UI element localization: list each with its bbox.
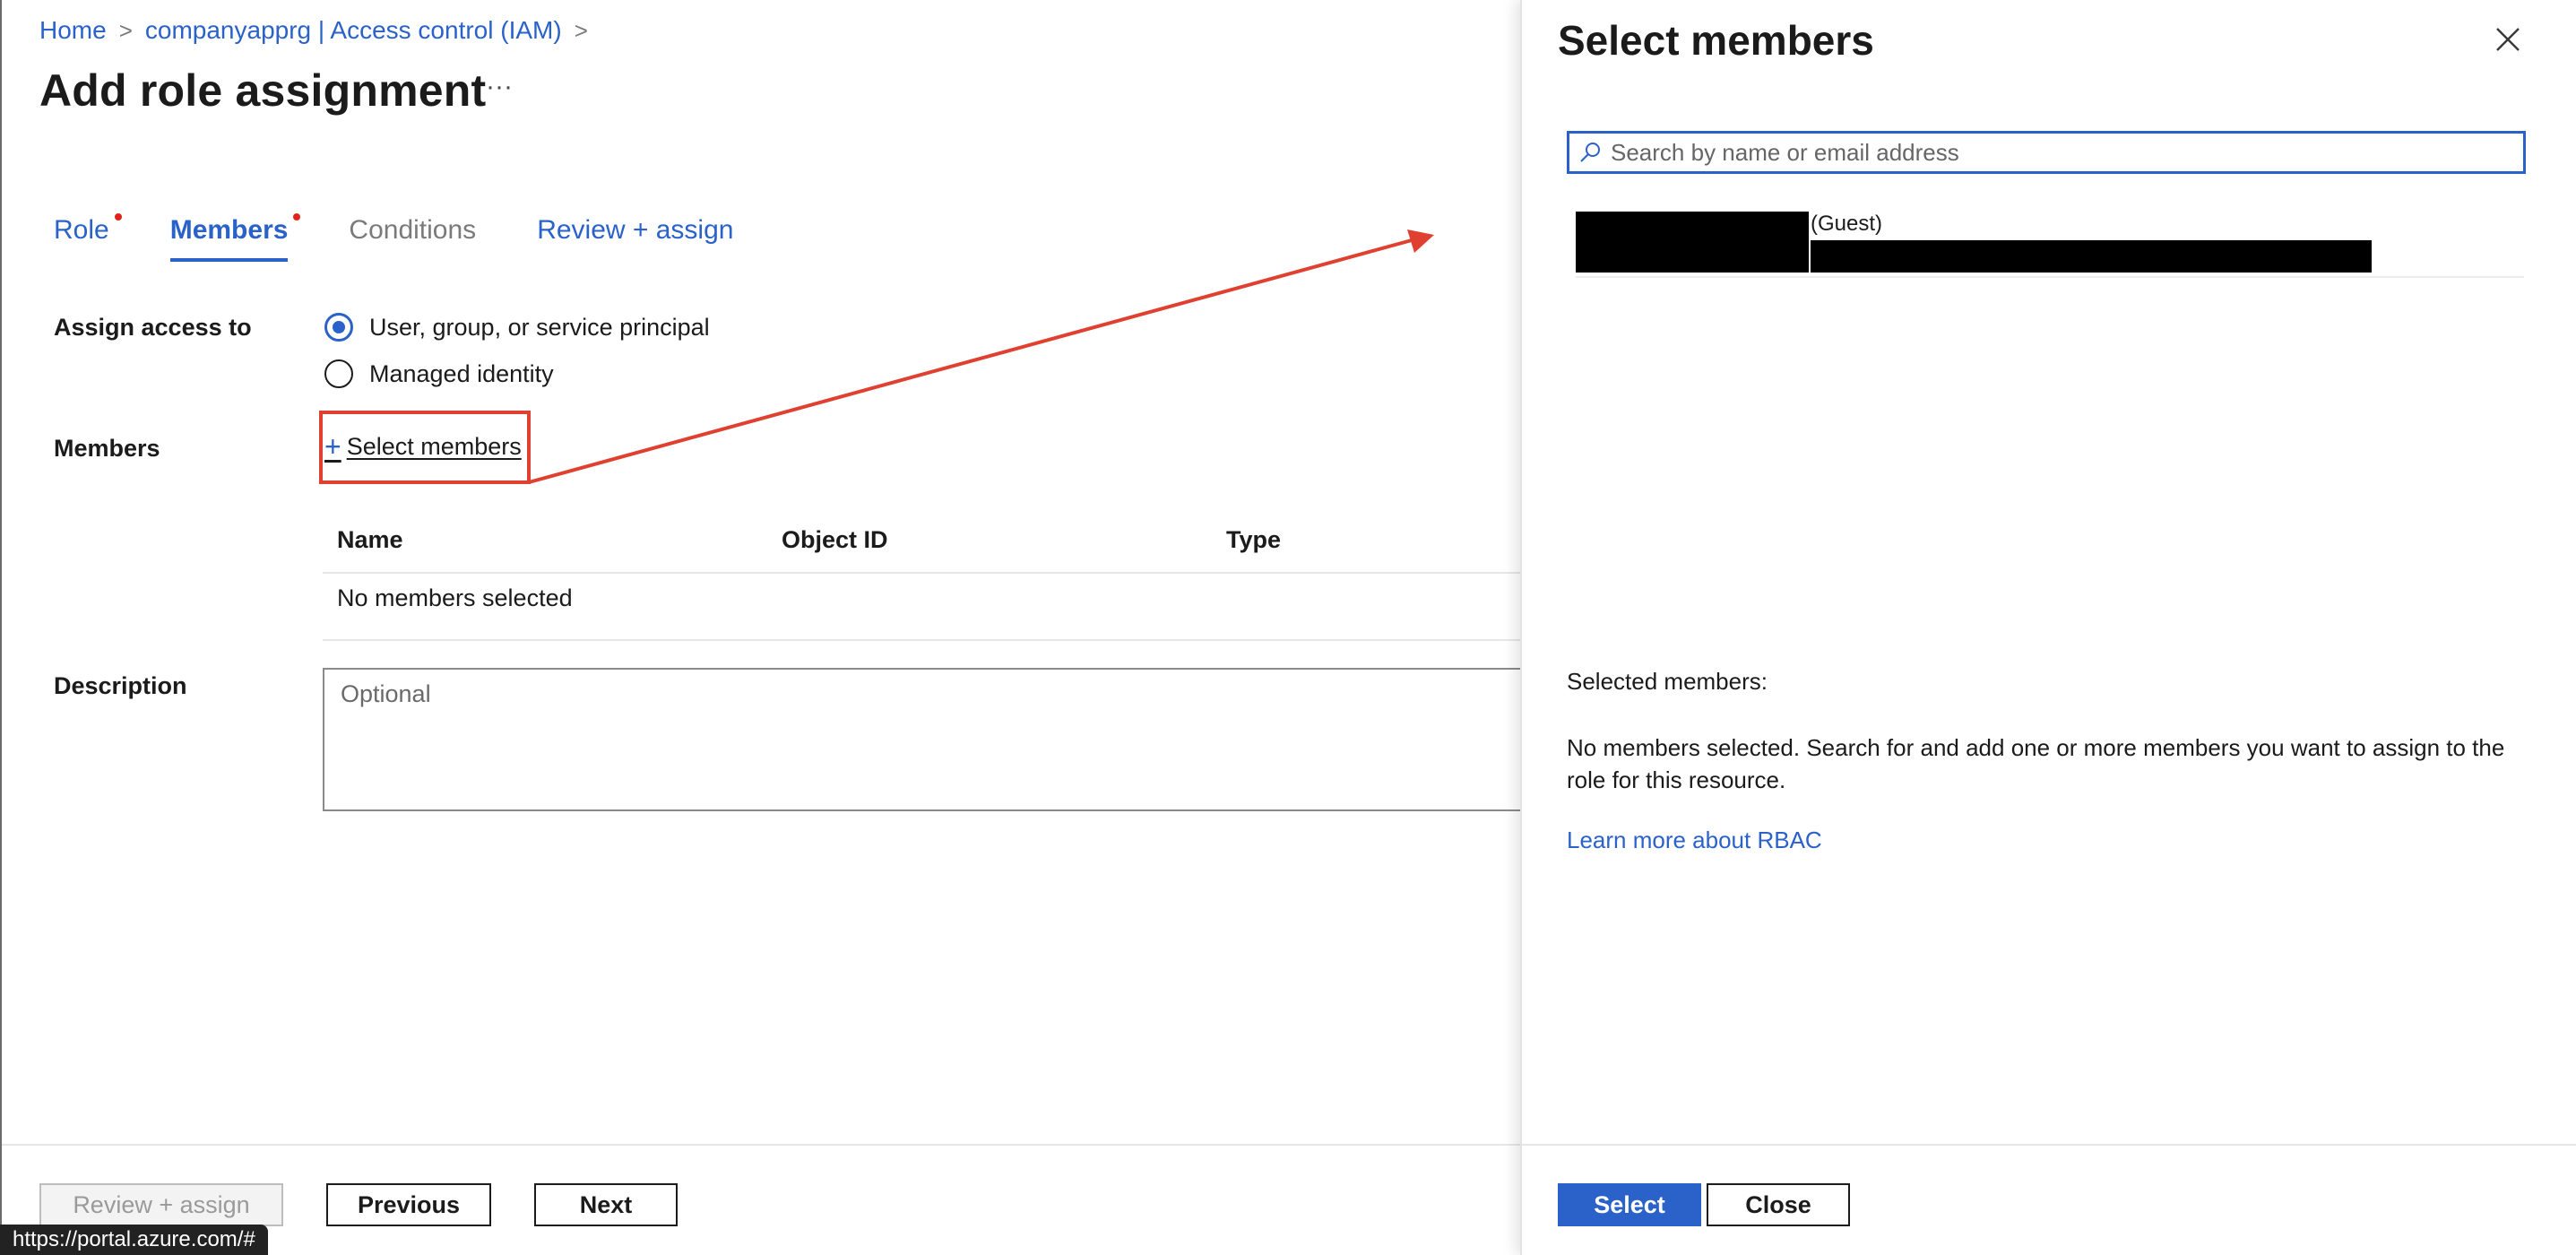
plus-icon: + (324, 430, 341, 463)
search-input[interactable] (1609, 137, 2509, 168)
tab-members-label: Members (169, 215, 289, 245)
redacted-avatar-name (1576, 212, 1809, 273)
select-members-label: Select members (346, 433, 522, 460)
tab-conditions-label: Conditions (349, 215, 477, 245)
column-header-object-id: Object ID (782, 526, 888, 553)
table-divider (323, 572, 1522, 574)
search-box[interactable] (1567, 131, 2526, 174)
tab-review-assign-label: Review + assign (537, 215, 734, 245)
empty-selection-message: No members selected. Search for and add … (1567, 734, 2505, 793)
main-blade: Home > companyapprg | Access control (IA… (0, 0, 1542, 1255)
panel-title: Select members (1558, 17, 1874, 64)
chevron-right-icon: > (574, 16, 588, 44)
tab-conditions[interactable]: Conditions (349, 215, 476, 262)
close-icon[interactable] (2490, 22, 2526, 57)
required-dot-icon (293, 213, 301, 221)
page-title: Add role assignment (39, 65, 487, 116)
radio-user-group-sp[interactable]: User, group, or service principal (324, 313, 710, 342)
more-options-icon[interactable]: ··· (486, 72, 513, 102)
description-placeholder: Optional (341, 680, 431, 707)
chevron-right-icon: > (118, 16, 133, 44)
close-button[interactable]: Close (1707, 1183, 1850, 1226)
next-button[interactable]: Next (534, 1183, 678, 1226)
tab-bar: Role Members Conditions Review + assign (54, 213, 794, 262)
tab-review-assign[interactable]: Review + assign (537, 215, 733, 262)
search-icon (1580, 143, 1600, 162)
radio-label: User, group, or service principal (369, 313, 710, 341)
radio-managed-identity[interactable]: Managed identity (324, 359, 554, 388)
review-assign-button[interactable]: Review + assign (39, 1183, 283, 1226)
learn-more-rbac-link[interactable]: Learn more about RBAC (1567, 827, 1822, 854)
footer-divider (2, 1144, 1522, 1146)
select-button[interactable]: Select (1558, 1183, 1701, 1226)
required-dot-icon (114, 213, 122, 221)
description-textarea[interactable]: Optional (323, 668, 1542, 811)
table-empty-message: No members selected (337, 584, 573, 611)
selected-members-heading: Selected members: (1567, 668, 1768, 695)
breadcrumb-home[interactable]: Home (39, 16, 107, 45)
radio-unchecked-icon[interactable] (324, 359, 353, 388)
radio-label: Managed identity (369, 359, 554, 387)
radio-checked-icon[interactable] (324, 313, 353, 342)
select-members-link[interactable]: + Select members (324, 430, 522, 463)
tab-members[interactable]: Members (169, 213, 301, 262)
column-header-name: Name (337, 526, 403, 553)
breadcrumb-resource[interactable]: companyapprg | Access control (IAM) (145, 16, 562, 45)
status-bar-url: https://portal.azure.com/# (0, 1225, 268, 1255)
tab-role[interactable]: Role (54, 213, 122, 262)
members-label: Members (54, 435, 160, 462)
guest-badge: (Guest) (1811, 212, 1883, 236)
column-header-type: Type (1226, 526, 1282, 553)
breadcrumb: Home > companyapprg | Access control (IA… (39, 16, 588, 45)
select-members-panel: Select members (Guest) Selected members:… (1520, 0, 2576, 1255)
search-result-item[interactable]: (Guest) (1576, 212, 2524, 278)
description-label: Description (54, 672, 187, 699)
assign-access-label: Assign access to (54, 314, 252, 341)
panel-footer-divider (1522, 1144, 2576, 1146)
tab-role-label: Role (54, 215, 109, 245)
previous-button[interactable]: Previous (326, 1183, 491, 1226)
table-divider (323, 639, 1522, 641)
redacted-email (1811, 240, 2372, 273)
